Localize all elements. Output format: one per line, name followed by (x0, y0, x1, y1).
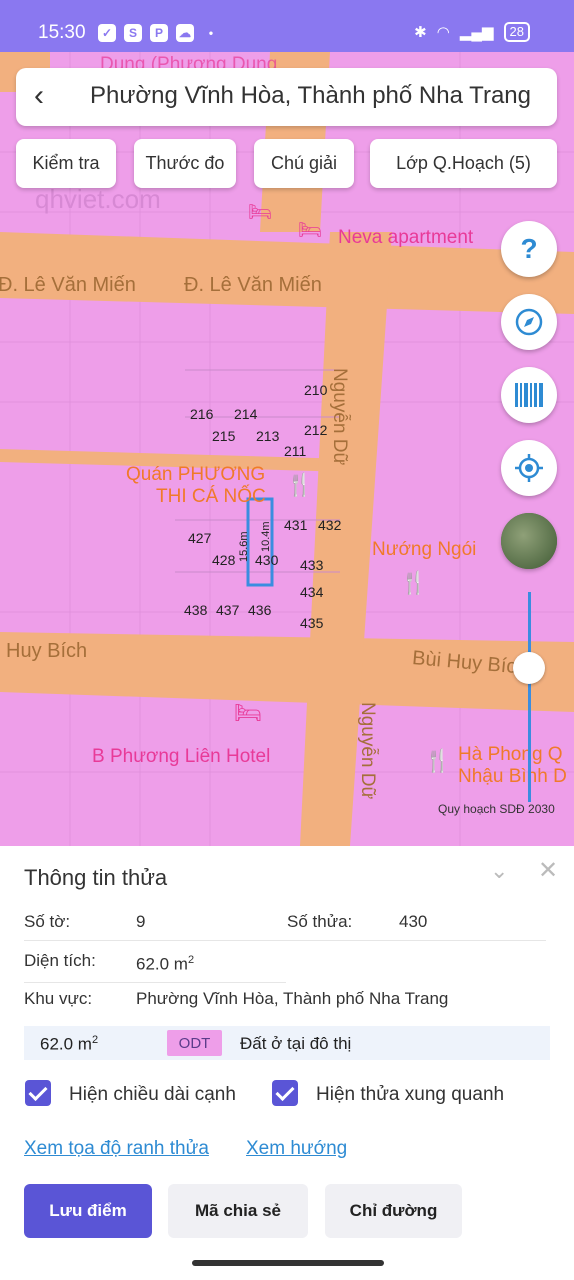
barcode-button[interactable] (501, 367, 557, 423)
compass-button[interactable] (501, 294, 557, 350)
battery-icon: 28 (503, 22, 530, 42)
status-time: 15:30 (38, 22, 86, 43)
poi-hotel[interactable]: B Phương Liên Hotel (92, 746, 270, 768)
save-point-button[interactable]: Lưu điểm (24, 1184, 152, 1238)
page-title: Phường Vĩnh Hòa, Thành phố Nha Trang (90, 82, 531, 109)
sheet-label: Số tờ: (24, 912, 71, 931)
satellite-thumbnail-icon (501, 513, 557, 569)
lot-438[interactable]: 438 (184, 602, 207, 618)
system-icons: ✱ ◠ ▂▄▆ 28 (414, 22, 530, 42)
dot-icon: • (208, 26, 214, 40)
poi-hotel-icon[interactable]: 🛏 (298, 218, 322, 242)
area-value: 62.0 m2 (136, 954, 195, 974)
area-label: Diện tích: (24, 951, 96, 970)
poi-ha-phong-2: Nhậu Bình D (458, 766, 567, 787)
divider (24, 940, 546, 941)
location-header: ‹ Phường Vĩnh Hòa, Thành phố Nha Trang (16, 68, 557, 126)
street-le-van-mien-left: Đ. Lê Văn Miến (0, 274, 136, 296)
lot-212[interactable]: 212 (304, 422, 327, 438)
land-area: 62.0 m2 (40, 1034, 99, 1054)
help-icon: ? (520, 233, 538, 264)
zone-value: Phường Vĩnh Hòa, Thành phố Nha Trang (136, 989, 449, 1008)
wifi-icon: ◠ (436, 24, 450, 41)
hotel-icon-3[interactable]: 🛏 (234, 700, 262, 726)
street-le-van-mien-right: Đ. Lê Văn Miến (184, 274, 322, 296)
street-huy-bich: Huy Bích (6, 640, 88, 662)
restaurant-icon-2[interactable]: 🍴 (400, 570, 427, 596)
lot-427[interactable]: 427 (188, 530, 211, 546)
map-watermark: qhviet.com (35, 184, 161, 214)
street-nguyen-du-bottom: Nguyễn Dữ (357, 702, 378, 800)
layer-slider-track[interactable] (528, 592, 531, 802)
lot-211[interactable]: 211 (284, 443, 306, 459)
back-arrow-icon[interactable]: ‹ (34, 81, 64, 112)
poi-nuong-ngoi[interactable]: Nướng Ngói (372, 539, 476, 561)
signal-icon: ▂▄▆ (459, 24, 494, 41)
barcode-icon (515, 383, 543, 407)
parcel-label: Số thửa: (287, 912, 353, 931)
lot-432[interactable]: 432 (318, 517, 341, 533)
lot-435[interactable]: 435 (300, 615, 323, 631)
legend-button[interactable]: Chú giải (254, 139, 354, 188)
parcel-value: 430 (399, 912, 428, 931)
panel-title: Thông tin thửa (24, 865, 168, 890)
lot-433[interactable]: 433 (300, 557, 323, 573)
notification-icons: ✓ S P ☁ • (98, 24, 220, 42)
poi-quan-phuong[interactable]: Quán PHƯƠNG (126, 464, 265, 486)
lot-214[interactable]: 214 (234, 406, 257, 422)
poi-neva[interactable]: Neva apartment (338, 227, 473, 249)
app-notification-icon: ✓ (98, 24, 116, 42)
planning-layer-button[interactable]: Lớp Q.Hoạch (5) (370, 139, 557, 188)
close-icon[interactable]: ✕ (538, 856, 558, 885)
collapse-chevron-icon[interactable]: ⌄ (490, 858, 508, 884)
edge-length-2: 10.4m (260, 521, 272, 552)
land-use-row: 62.0 m2 ODT Đất ở tại đô thị (24, 1026, 550, 1060)
home-indicator[interactable] (192, 1260, 384, 1266)
compass-icon (515, 308, 543, 336)
poi-ha-phong[interactable]: Hà Phong Q (458, 744, 563, 766)
lot-213[interactable]: 213 (256, 428, 279, 444)
directions-button[interactable]: Chỉ đường (325, 1184, 462, 1238)
parcel-info-panel: Thông tin thửa ⌄ ✕ Số tờ: 9 Số thửa: 430… (0, 846, 574, 1280)
ruler-button[interactable]: Thước đo (134, 139, 236, 188)
lot-430[interactable]: 430 (255, 552, 278, 568)
lot-210[interactable]: 210 (304, 382, 327, 398)
neighbors-checkbox[interactable] (272, 1080, 298, 1106)
restaurant-icon-3[interactable]: 🍴 (424, 748, 451, 774)
bluetooth-icon: ✱ (414, 24, 427, 41)
edge-length-1: 15.6m (238, 531, 250, 562)
poi-quan-phuong-2: THI CÁ NỐC (156, 486, 266, 507)
locate-icon (515, 454, 543, 482)
street-nguyen-du-top: Nguyễn Dữ (329, 368, 350, 466)
check-button[interactable]: Kiểm tra (16, 139, 116, 188)
layer-caption: Quy hoạch SDĐ 2030 (438, 802, 555, 816)
zone-label: Khu vực: (24, 989, 93, 1008)
lot-434[interactable]: 434 (300, 584, 323, 600)
lot-437[interactable]: 437 (216, 602, 239, 618)
poi-hotel-icon-2[interactable]: 🛏 (248, 200, 272, 224)
edge-length-label: Hiện chiều dài cạnh (69, 1084, 236, 1105)
lot-428[interactable]: 428 (212, 552, 235, 568)
restaurant-icon[interactable]: 🍴 (286, 472, 313, 498)
divider (24, 982, 286, 983)
layer-slider-handle[interactable] (513, 652, 545, 684)
edge-length-checkbox[interactable] (25, 1080, 51, 1106)
shop-notification-icon: S (124, 24, 142, 42)
lot-216[interactable]: 216 (190, 406, 213, 422)
satellite-layer-button[interactable] (501, 513, 557, 569)
land-code-badge: ODT (167, 1030, 222, 1056)
help-button[interactable]: ? (501, 221, 557, 277)
lot-436[interactable]: 436 (248, 602, 271, 618)
cloud-icon: ☁ (176, 24, 194, 42)
lot-215[interactable]: 215 (212, 428, 235, 444)
pinterest-icon: P (150, 24, 168, 42)
lot-431[interactable]: 431 (284, 517, 307, 533)
view-direction-link[interactable]: Xem hướng (246, 1138, 347, 1160)
my-location-button[interactable] (501, 440, 557, 496)
share-code-button[interactable]: Mã chia sẻ (168, 1184, 308, 1238)
land-use-desc: Đất ở tại đô thị (240, 1034, 352, 1053)
view-coordinates-link[interactable]: Xem tọa độ ranh thửa (24, 1138, 209, 1160)
sheet-value: 9 (136, 912, 146, 931)
neighbors-label: Hiện thửa xung quanh (316, 1084, 505, 1105)
